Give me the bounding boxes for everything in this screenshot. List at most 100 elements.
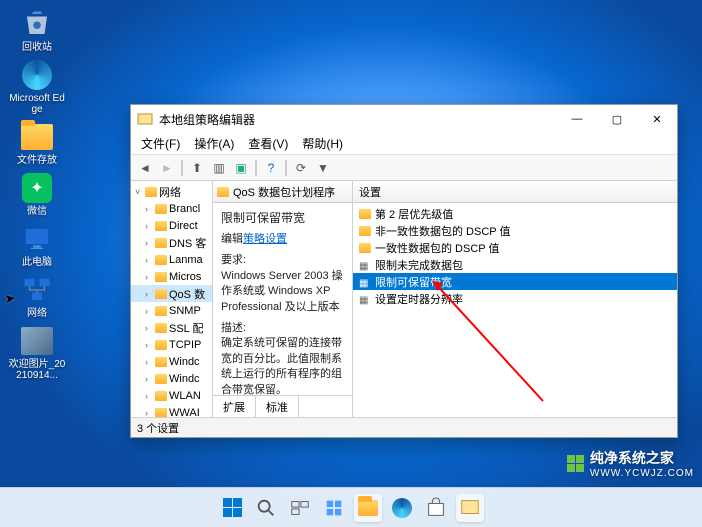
list-body[interactable]: 第 2 层优先级值非一致性数据包的 DSCP 值一致性数据包的 DSCP 值限制… <box>353 203 677 417</box>
tree-node[interactable]: ›SNMP <box>131 302 212 319</box>
tab-standard[interactable]: 标准 <box>256 396 299 417</box>
list-item[interactable]: 限制可保留带宽 <box>353 273 677 290</box>
wechat-icon: ✦ <box>22 173 52 203</box>
menu-help[interactable]: 帮助(H) <box>296 133 349 154</box>
tree-node-label: WWAI <box>169 407 200 418</box>
caret-icon: › <box>145 357 153 367</box>
caret-icon: › <box>145 374 153 384</box>
tree-node[interactable]: › DNS 客 <box>131 234 212 251</box>
folder-icon <box>21 124 53 150</box>
folder-icon <box>155 221 167 231</box>
tree-node-label: SSL 配 <box>169 320 203 336</box>
store-taskbar-button[interactable] <box>422 494 450 522</box>
watermark-logo <box>567 455 584 472</box>
show-hide-button[interactable]: ▥ <box>209 158 229 178</box>
tree-panel[interactable]: ˅ 网络 ›Brancl›Direct›DNS 客›Lanma›Micros›Q… <box>131 181 213 417</box>
desktop-icon-wechat[interactable]: ✦ 微信 <box>8 172 66 217</box>
tree-node[interactable]: ›SSL 配 <box>131 319 212 336</box>
titlebar[interactable]: 本地组策略编辑器 — ▢ ✕ <box>131 105 677 133</box>
list-header[interactable]: 设置 <box>353 181 677 203</box>
folder-icon <box>155 374 167 384</box>
edge-taskbar-button[interactable] <box>388 494 416 522</box>
tree-node[interactable]: ›WLAN <box>131 387 212 404</box>
edge-icon <box>392 498 412 518</box>
close-button[interactable]: ✕ <box>637 105 677 133</box>
forward-button[interactable]: ► <box>157 158 177 178</box>
up-button[interactable]: ⬆ <box>187 158 207 178</box>
taskbar[interactable] <box>0 487 702 527</box>
folder-icon <box>155 238 167 248</box>
menu-file[interactable]: 文件(F) <box>135 133 186 154</box>
list-item[interactable]: 限制未完成数据包 <box>353 256 677 273</box>
tree-node[interactable]: ›Direct <box>131 217 212 234</box>
explorer-taskbar-button[interactable] <box>354 494 382 522</box>
tree-node[interactable]: ›Lanma <box>131 251 212 268</box>
tree-node-root[interactable]: ˅ 网络 <box>131 183 212 200</box>
list-item[interactable]: 第 2 层优先级值 <box>353 205 677 222</box>
gpedit-taskbar-button[interactable] <box>456 494 484 522</box>
tree-node[interactable]: › TCPIP <box>131 336 212 353</box>
tree-node-label: TCPIP <box>169 339 201 351</box>
separator <box>285 160 287 176</box>
tree-node-label: DNS 客 <box>169 235 206 251</box>
caret-icon: › <box>145 255 153 265</box>
start-button[interactable] <box>218 494 246 522</box>
folder-icon <box>145 187 157 197</box>
folder-icon <box>155 357 167 367</box>
menubar: 文件(F) 操作(A) 查看(V) 帮助(H) <box>131 133 677 155</box>
pc-icon <box>21 223 53 255</box>
list-item[interactable]: 一致性数据包的 DSCP 值 <box>353 239 677 256</box>
breadcrumb: QoS 数据包计划程序 <box>213 181 352 203</box>
desktop-icon-recycle-bin[interactable]: 回收站 <box>8 8 66 53</box>
window-body: ˅ 网络 ›Brancl›Direct›DNS 客›Lanma›Micros›Q… <box>131 181 677 417</box>
export-button[interactable]: ▣ <box>231 158 251 178</box>
taskview-button[interactable] <box>286 494 314 522</box>
folder-icon <box>217 187 229 197</box>
caret-icon: › <box>145 238 153 248</box>
tree-node-label: Brancl <box>169 203 200 215</box>
tree-node[interactable]: ›Brancl <box>131 200 212 217</box>
minimize-button[interactable]: — <box>557 105 597 133</box>
desktop-icons: 回收站 Microsoft Edge 文件存放 ✦ 微信 此电脑 网络 欢迎图片… <box>8 8 66 381</box>
help-button[interactable]: ? <box>261 158 281 178</box>
menu-action[interactable]: 操作(A) <box>188 133 240 154</box>
tree-node[interactable]: ›WWAI <box>131 404 212 417</box>
desktop-icon-network[interactable]: 网络 <box>8 274 66 319</box>
policy-settings-link[interactable]: 策略设置 <box>243 233 287 245</box>
desktop-icon-this-pc[interactable]: 此电脑 <box>8 223 66 268</box>
folder-icon <box>155 272 167 282</box>
widgets-button[interactable] <box>320 494 348 522</box>
network-icon <box>21 274 53 306</box>
details-heading: 限制可保留带宽 <box>221 209 344 226</box>
tab-extended[interactable]: 扩展 <box>213 396 256 417</box>
list-item-label: 一致性数据包的 DSCP 值 <box>375 240 499 256</box>
item-icon <box>359 294 371 304</box>
app-icon <box>137 111 153 127</box>
refresh-button[interactable]: ⟳ <box>291 158 311 178</box>
caret-icon: › <box>145 289 153 299</box>
folder-icon <box>155 204 167 214</box>
menu-view[interactable]: 查看(V) <box>242 133 294 154</box>
caret-icon: › <box>145 221 153 231</box>
desktop-icon-label: 微信 <box>27 206 47 217</box>
desktop-icon-image[interactable]: 欢迎图片_20210914... <box>8 325 66 381</box>
item-icon <box>359 277 371 287</box>
tree-node[interactable]: ›Windc <box>131 353 212 370</box>
back-button[interactable]: ◄ <box>135 158 155 178</box>
mouse-cursor: ➤ <box>3 289 18 308</box>
desktop-icon-label: 回收站 <box>22 42 52 53</box>
desktop-icon-folder[interactable]: 文件存放 <box>8 121 66 166</box>
list-item[interactable]: 非一致性数据包的 DSCP 值 <box>353 222 677 239</box>
details-tabs: 扩展 标准 <box>213 395 352 417</box>
tree-node[interactable]: ›Windc <box>131 370 212 387</box>
tree-node[interactable]: ›Micros <box>131 268 212 285</box>
tree-node[interactable]: › QoS 数 <box>131 285 212 302</box>
search-button[interactable] <box>252 494 280 522</box>
caret-icon: › <box>145 340 153 350</box>
desktop-icon-edge[interactable]: Microsoft Edge <box>8 59 66 115</box>
filter-button[interactable]: ▼ <box>313 158 333 178</box>
list-item[interactable]: 设置定时器分辨率 <box>353 290 677 307</box>
tree-node-label: Micros <box>169 271 201 283</box>
maximize-button[interactable]: ▢ <box>597 105 637 133</box>
tree-node-label: QoS 数 <box>169 286 205 302</box>
